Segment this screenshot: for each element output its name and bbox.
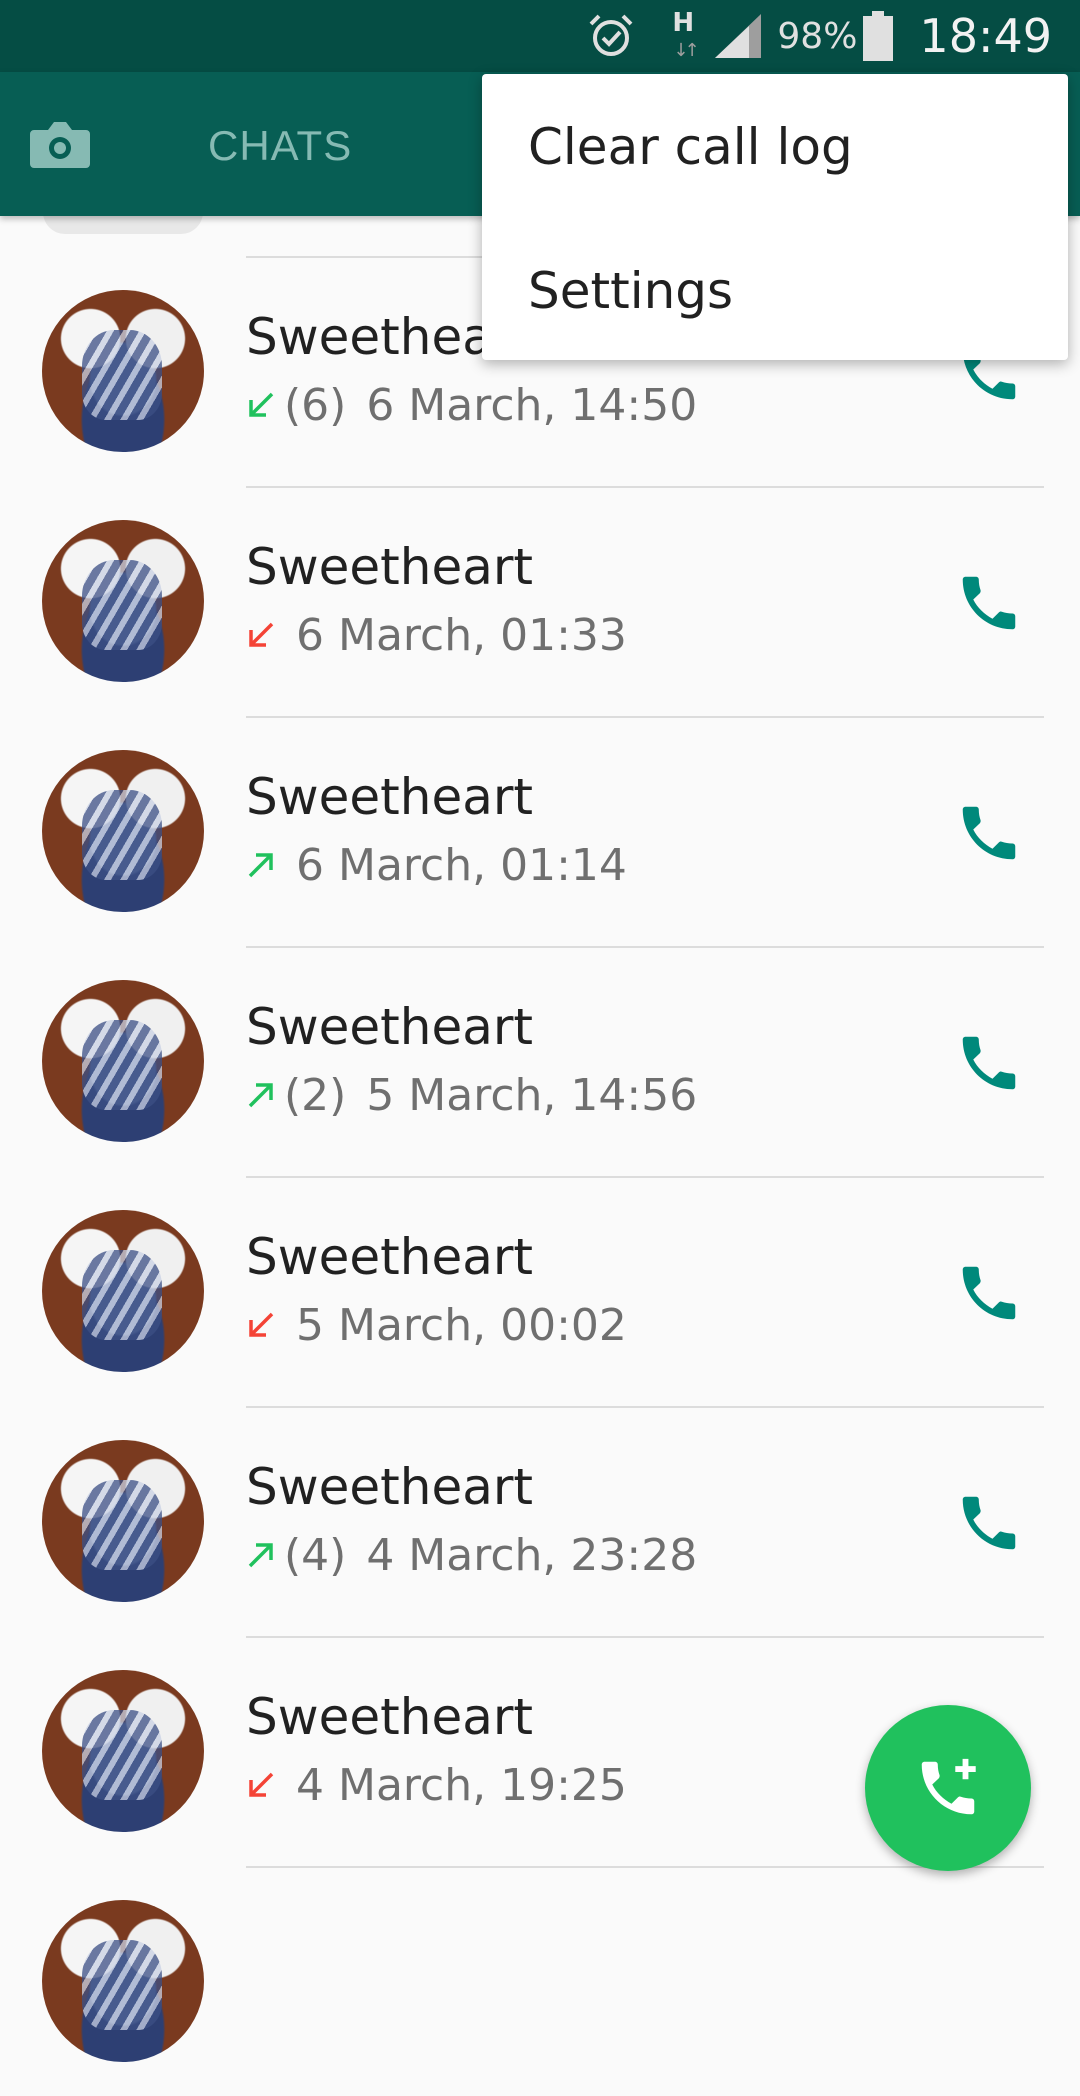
battery-percent: 98% (777, 15, 858, 57)
call-count: (2) (284, 1069, 347, 1121)
contact-name: Sweetheart (246, 998, 534, 1056)
tab-chats[interactable]: CHATS (208, 122, 352, 170)
call-row[interactable]: Sweetheart (4) 4 March, 23:28 (0, 1406, 1080, 1636)
call-time: 5 March, 00:02 (296, 1299, 627, 1351)
outgoing-call-icon (248, 1543, 273, 1568)
contact-name: Sweetheart (246, 538, 534, 596)
call-row[interactable]: Sweetheart 5 March, 00:02 (0, 1176, 1080, 1406)
signal-icon (715, 14, 762, 58)
phone-icon[interactable] (954, 798, 1024, 868)
call-row[interactable]: Sweetheart (2) 5 March, 14:56 (0, 946, 1080, 1176)
contact-name: Sweetheart (246, 768, 534, 826)
divider (246, 1406, 1044, 1408)
call-row[interactable]: Sweetheart 6 March, 01:14 (0, 716, 1080, 946)
phone-icon[interactable] (954, 1488, 1024, 1558)
missed-call-icon (249, 1312, 274, 1337)
contact-name: Sweetheart (246, 1688, 534, 1746)
contact-name: Sweetheart (246, 1228, 534, 1286)
contact-name: Sweetheart (246, 1458, 534, 1516)
call-time: 6 March, 01:14 (296, 839, 627, 891)
phone-icon[interactable] (954, 1028, 1024, 1098)
battery-icon (863, 11, 894, 61)
divider (246, 946, 1044, 948)
avatar[interactable] (42, 980, 204, 1142)
menu-item-clear-call-log[interactable]: Clear call log (528, 118, 853, 176)
new-call-button[interactable] (865, 1705, 1031, 1871)
call-time: 5 March, 14:56 (366, 1069, 698, 1121)
call-time: 6 March, 14:50 (366, 379, 698, 431)
call-time: 4 March, 23:28 (366, 1529, 698, 1581)
call-row[interactable]: Sweetheart 6 March, 01:33 (0, 486, 1080, 716)
divider (246, 1636, 1044, 1638)
avatar[interactable] (42, 750, 204, 912)
avatar[interactable] (42, 1670, 204, 1832)
avatar[interactable] (42, 1900, 204, 2062)
new-call-icon (921, 1758, 976, 1815)
divider (246, 1176, 1044, 1178)
avatar[interactable] (42, 290, 204, 452)
network-h-icon: H ↓↑ (672, 8, 699, 61)
overflow-menu: Clear call log Settings (482, 74, 1068, 360)
call-count: (4) (284, 1529, 347, 1581)
call-row[interactable] (0, 1866, 1080, 2096)
phone-icon[interactable] (954, 568, 1024, 638)
divider (246, 716, 1044, 718)
call-time: 6 March, 01:33 (296, 609, 627, 661)
outgoing-call-icon (248, 853, 273, 878)
avatar[interactable] (42, 1440, 204, 1602)
call-time: 4 March, 19:25 (296, 1759, 627, 1811)
menu-item-settings[interactable]: Settings (528, 262, 733, 320)
missed-call-icon (249, 1772, 274, 1797)
call-count: (6) (284, 379, 347, 431)
phone-icon[interactable] (954, 1258, 1024, 1328)
status-bar: H ↓↑ 98% 18:49 (0, 0, 1080, 72)
avatar[interactable] (42, 520, 204, 682)
divider (246, 486, 1044, 488)
clock: 18:49 (919, 9, 1052, 63)
missed-call-icon (249, 622, 274, 647)
alarm-icon (589, 14, 633, 56)
outgoing-call-icon (248, 1083, 273, 1108)
incoming-call-icon (249, 392, 274, 417)
camera-icon[interactable] (30, 118, 90, 170)
avatar[interactable] (42, 1210, 204, 1372)
